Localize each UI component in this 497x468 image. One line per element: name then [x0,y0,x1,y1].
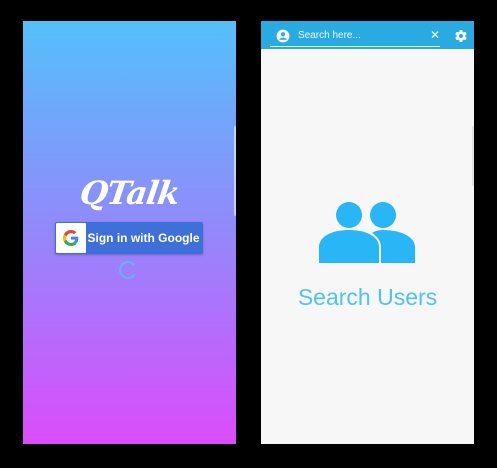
google-logo-icon [56,223,86,253]
app-bar: ✕ [261,21,474,49]
search-box: ✕ [270,24,440,47]
search-input[interactable] [298,26,430,44]
loading-spinner-icon [118,260,138,280]
empty-state-title: Search Users [297,284,438,310]
search-screen: ✕ Search Users [261,21,474,444]
account-circle-icon [276,28,290,43]
google-sign-in-label: Sign in with Google [87,231,200,245]
close-icon[interactable]: ✕ [430,28,440,42]
google-sign-in-button[interactable]: Sign in with Google [55,222,203,254]
login-screen: QTalk Sign in with Google [23,21,236,444]
gear-icon[interactable] [454,28,468,42]
group-icon [319,201,415,263]
app-logo-text: QTalk [77,174,182,212]
scroll-indicator [472,126,474,186]
